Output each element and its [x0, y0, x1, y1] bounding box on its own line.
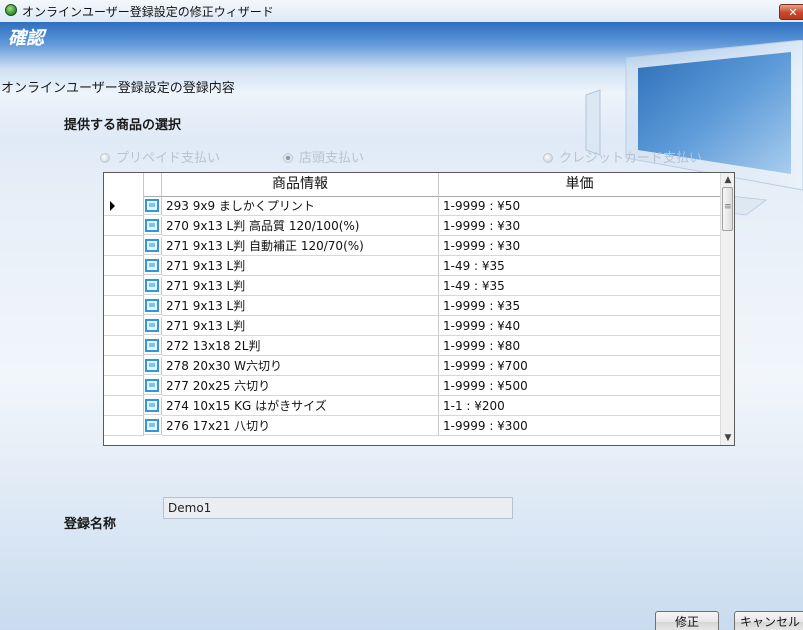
photo-print-icon [144, 357, 162, 375]
product-info-cell: 271 9x13 L判 [162, 276, 439, 296]
row-header[interactable] [104, 276, 144, 296]
table-row[interactable]: 271 9x13 L判 自動補正 120/70(%) 1-9999 : ¥30 [104, 236, 720, 256]
cancel-button[interactable]: キャンセル [734, 611, 803, 630]
column-header-product-info[interactable]: 商品情報 [162, 173, 439, 196]
photo-print-icon [144, 377, 162, 395]
wizard-window: オンラインユーザー登録設定の修正ウィザード ✕ 確認 オンラインユーザー登録設定… [0, 0, 803, 630]
store-payment-label: 店頭支払い [299, 151, 365, 166]
table-row[interactable]: 293 9x9 ましかくプリント 1-9999 : ¥50 [104, 196, 720, 216]
icon-column-header [144, 173, 162, 196]
product-info-cell: 272 13x18 2L判 [162, 336, 439, 356]
store-payment-radio[interactable]: 店頭支払い [283, 147, 364, 166]
table-row[interactable]: 278 20x30 W六切り 1-9999 : ¥700 [104, 356, 720, 376]
unit-price-cell: 1-9999 : ¥700 [439, 356, 720, 376]
unit-price-cell: 1-9999 : ¥40 [439, 316, 720, 336]
product-info-cell: 271 9x13 L判 [162, 296, 439, 316]
table-row[interactable]: 271 9x13 L判 1-49 : ¥35 [104, 276, 720, 296]
row-header[interactable] [104, 316, 144, 336]
radio-dot-icon [543, 153, 553, 163]
prepaid-label: プリペイド支払い [116, 151, 221, 166]
prepaid-radio[interactable]: プリペイド支払い [100, 147, 220, 166]
vertical-scrollbar[interactable]: ▲ ▼ [720, 173, 734, 445]
row-header[interactable] [104, 356, 144, 376]
table-row[interactable]: 274 10x15 KG はがきサイズ 1-1 : ¥200 [104, 396, 720, 416]
row-header[interactable] [104, 396, 144, 416]
unit-price-cell: 1-9999 : ¥50 [439, 196, 720, 216]
radio-selected-icon [283, 153, 293, 163]
product-selection-heading: 提供する商品の選択 [64, 118, 182, 133]
unit-price-cell: 1-49 : ¥35 [439, 256, 720, 276]
row-header[interactable] [104, 336, 144, 356]
unit-price-cell: 1-9999 : ¥80 [439, 336, 720, 356]
app-globe-icon [5, 4, 17, 16]
photo-print-icon [144, 417, 162, 435]
unit-price-cell: 1-9999 : ¥500 [439, 376, 720, 396]
photo-print-icon [144, 397, 162, 415]
unit-price-cell: 1-49 : ¥35 [439, 276, 720, 296]
table-row[interactable]: 277 20x25 六切り 1-9999 : ¥500 [104, 376, 720, 396]
photo-print-icon [144, 257, 162, 275]
product-info-cell: 278 20x30 W六切り [162, 356, 439, 376]
page-subtitle: オンラインユーザー登録設定の登録内容 [1, 81, 235, 96]
photo-print-icon [144, 217, 162, 235]
title-bar: オンラインユーザー登録設定の修正ウィザード ✕ [0, 0, 803, 22]
product-info-cell: 277 20x25 六切り [162, 376, 439, 396]
row-header[interactable] [104, 236, 144, 256]
product-info-cell: 270 9x13 L判 高品質 120/100(%) [162, 216, 439, 236]
product-grid[interactable]: 商品情報 単価 293 9x9 ましかくプリント 1-9999 : ¥50 270 … [103, 172, 735, 446]
close-button[interactable]: ✕ [779, 4, 803, 20]
unit-price-cell: 1-1 : ¥200 [439, 396, 720, 416]
grid-header: 商品情報 単価 [104, 173, 720, 197]
table-row[interactable]: 271 9x13 L判 1-9999 : ¥35 [104, 296, 720, 316]
photo-print-icon [144, 317, 162, 335]
page-title: 確認 [8, 28, 44, 49]
credit-card-radio[interactable]: クレジットカード支払い [543, 147, 702, 166]
corner-cell [104, 173, 144, 196]
row-header[interactable] [104, 296, 144, 316]
table-row[interactable]: 271 9x13 L判 1-49 : ¥35 [104, 256, 720, 276]
radio-dot-icon [100, 153, 110, 163]
row-header[interactable] [104, 256, 144, 276]
table-row[interactable]: 270 9x13 L判 高品質 120/100(%) 1-9999 : ¥30 [104, 216, 720, 236]
registration-name-field[interactable] [163, 497, 513, 519]
unit-price-cell: 1-9999 : ¥30 [439, 216, 720, 236]
photo-print-icon [144, 237, 162, 255]
photo-print-icon [144, 197, 162, 215]
photo-print-icon [144, 337, 162, 355]
product-info-cell: 271 9x13 L判 [162, 256, 439, 276]
scroll-thumb[interactable] [722, 187, 733, 231]
window-title: オンラインユーザー登録設定の修正ウィザード [22, 5, 274, 19]
registration-name-label: 登録名称 [64, 517, 117, 532]
product-info-cell: 293 9x9 ましかくプリント [162, 196, 439, 216]
product-info-cell: 276 17x21 八切り [162, 416, 439, 436]
photo-print-icon [144, 277, 162, 295]
row-pointer-icon [110, 201, 115, 211]
unit-price-cell: 1-9999 : ¥30 [439, 236, 720, 256]
unit-price-cell: 1-9999 : ¥300 [439, 416, 720, 436]
modify-button[interactable]: 修正 [655, 611, 719, 630]
product-info-cell: 271 9x13 L判 自動補正 120/70(%) [162, 236, 439, 256]
credit-card-label: クレジットカード支払い [559, 151, 703, 166]
product-info-cell: 271 9x13 L判 [162, 316, 439, 336]
scroll-up-icon[interactable]: ▲ [721, 173, 734, 187]
row-header[interactable] [104, 376, 144, 396]
row-header[interactable] [104, 416, 144, 436]
table-row[interactable]: 271 9x13 L判 1-9999 : ¥40 [104, 316, 720, 336]
table-row[interactable]: 276 17x21 八切り 1-9999 : ¥300 [104, 416, 720, 436]
product-info-cell: 274 10x15 KG はがきサイズ [162, 396, 439, 416]
unit-price-cell: 1-9999 : ¥35 [439, 296, 720, 316]
scroll-down-icon[interactable]: ▼ [721, 431, 734, 445]
row-header[interactable] [104, 216, 144, 236]
column-header-unit-price[interactable]: 単価 [439, 173, 720, 196]
photo-print-icon [144, 297, 162, 315]
table-row[interactable]: 272 13x18 2L判 1-9999 : ¥80 [104, 336, 720, 356]
row-header[interactable] [104, 196, 144, 216]
